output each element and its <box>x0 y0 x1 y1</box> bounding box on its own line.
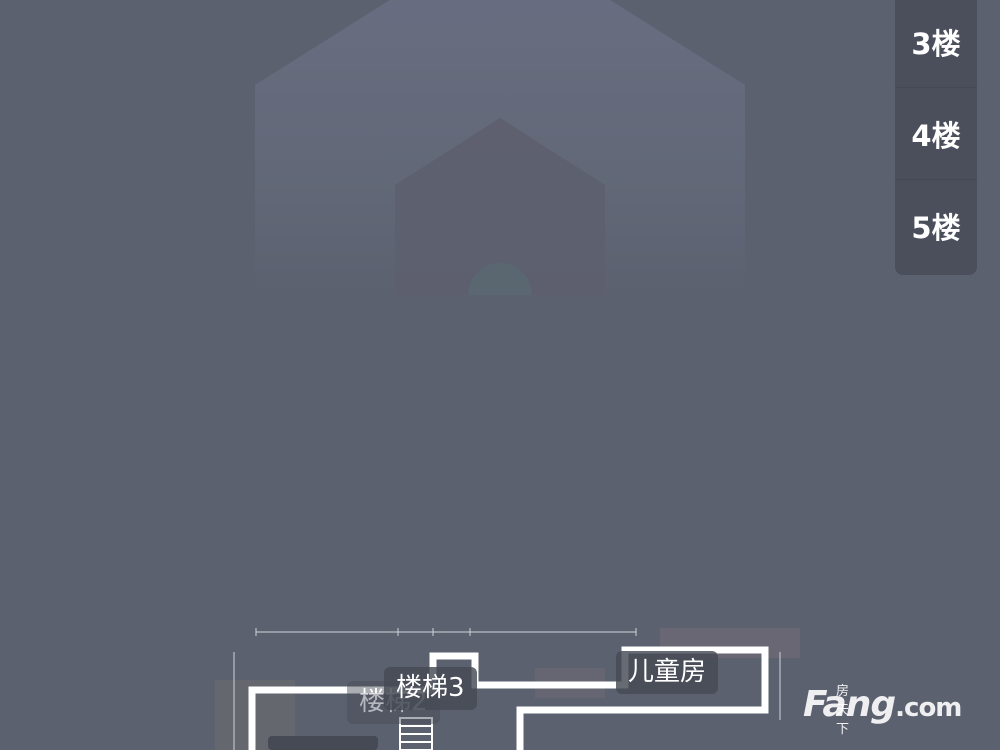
house-placeholder-icon <box>255 0 745 295</box>
floor-3-button[interactable]: 3楼 <box>895 0 977 87</box>
watermark-brand: Fang.com <box>803 684 962 725</box>
floor-5-button[interactable]: 5楼 <box>895 179 977 271</box>
watermark-brand-name: Fang <box>803 684 896 725</box>
floor-4-button[interactable]: 4楼 <box>895 87 977 179</box>
watermark-domain: .com <box>895 693 962 723</box>
room-label-stair-3[interactable]: 楼梯3 <box>384 667 477 711</box>
room-label-kids-room[interactable]: 儿童房 <box>616 651 719 695</box>
floor-plan-image <box>215 628 800 750</box>
floor-selector: 3楼 4楼 5楼 <box>895 0 977 275</box>
